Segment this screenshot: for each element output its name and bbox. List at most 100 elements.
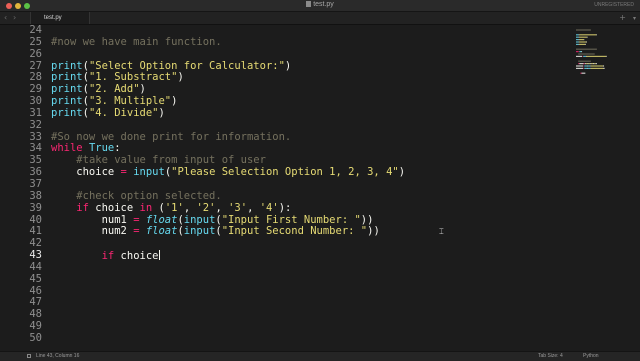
minimap-stroke: [584, 65, 587, 67]
minimap-stroke: [590, 65, 603, 67]
code-token: "Select Option for Calculator:": [88, 59, 285, 72]
minimap-stroke: [579, 51, 582, 53]
minimap-stroke: [578, 53, 595, 55]
code-token: num1: [51, 213, 134, 226]
minimap-stroke: [581, 72, 586, 74]
code-token: ): [398, 166, 406, 179]
minimap-stroke: [590, 67, 591, 69]
code-line[interactable]: [51, 238, 571, 250]
minimap-stroke: [576, 55, 583, 57]
file-icon: [306, 1, 312, 7]
cursor-position: Line 43, Column 16: [36, 353, 80, 359]
license-label: UNREGISTERED: [594, 2, 634, 8]
minimap-stroke: [579, 43, 586, 45]
code-token: print: [51, 106, 83, 119]
chevron-left-icon[interactable]: ‹: [4, 13, 7, 23]
code-token: '2': [196, 201, 216, 214]
code-line[interactable]: [51, 333, 571, 345]
code-token: (: [152, 201, 165, 214]
code-token: input: [183, 213, 216, 226]
code-token: )): [367, 225, 380, 238]
minimap-stroke: [580, 72, 582, 74]
code-token: #take value from input of user: [76, 154, 266, 167]
title-bar: test.py UNREGISTERED: [0, 0, 640, 12]
code-token: input: [183, 225, 216, 238]
minimap-stroke: [579, 39, 584, 41]
minimap-stroke: [587, 67, 591, 69]
code-line[interactable]: choice = input("Please Selection Option …: [51, 166, 571, 179]
code-token: ): [284, 59, 292, 72]
code-token: "1. Substract": [88, 71, 178, 84]
code-token: #now we have main function.: [51, 35, 222, 48]
code-token: in: [139, 201, 153, 214]
line-number: 32: [29, 118, 42, 131]
chevron-right-icon[interactable]: ›: [13, 13, 16, 23]
code-area[interactable]: #now we have main function. print ( "Select…: [51, 25, 571, 345]
minimap-stroke: [579, 36, 587, 38]
minimap-stroke: [591, 63, 594, 65]
minimap-stroke: [581, 51, 583, 53]
minimap-stroke: [578, 43, 580, 45]
minimap-stroke: [578, 39, 580, 41]
new-tab-icon[interactable]: +: [619, 13, 626, 23]
code-token: float: [145, 225, 178, 238]
panel-toggle-icon[interactable]: [27, 354, 31, 358]
code-token: float: [145, 213, 178, 226]
line-number: 25: [29, 35, 42, 48]
syntax-selector[interactable]: Python: [583, 353, 599, 359]
minimap-stroke: [583, 63, 585, 65]
code-token: )): [360, 213, 374, 226]
minimap-stroke: [578, 60, 591, 62]
code-token: ,: [183, 201, 197, 214]
code-token: choice: [88, 201, 140, 214]
code-line[interactable]: [51, 262, 571, 274]
minimap[interactable]: [576, 25, 622, 105]
tab-size-selector[interactable]: Tab Size: 4: [538, 353, 563, 359]
code-line[interactable]: [51, 286, 571, 298]
code-token: ): [158, 106, 165, 119]
line-number: 38: [29, 189, 42, 202]
minimap-stroke: [585, 55, 587, 57]
code-line[interactable]: [51, 321, 571, 333]
code-line[interactable]: [51, 297, 571, 309]
code-line[interactable]: #So now we done print for information.: [51, 131, 571, 144]
code-editor[interactable]: 24 25 26 27 28 29 30 31 32 33 34 35 36 37 38 39 40 41 42 43…: [0, 24, 640, 351]
code-line[interactable]: if choice: [51, 250, 571, 262]
code-line[interactable]: num2 = float(input("Input Second Number:…: [51, 225, 571, 238]
code-line[interactable]: [51, 309, 571, 321]
code-token: True: [88, 142, 115, 155]
tab-test-py[interactable]: test.py: [30, 12, 90, 24]
tab-label: test.py: [44, 15, 62, 21]
minimap-stroke: [602, 65, 605, 67]
minimap-stroke: [576, 36, 579, 38]
minimap-stroke: [578, 36, 580, 38]
minimap-stroke: [576, 67, 584, 69]
code-token: choice: [51, 166, 121, 179]
code-line[interactable]: print("4. Divide"): [51, 106, 571, 120]
code-token: '3': [228, 201, 248, 214]
code-line[interactable]: [51, 274, 571, 286]
minimap-stroke: [606, 55, 607, 57]
code-line[interactable]: #now we have main function.: [51, 35, 571, 49]
line-number: 39: [29, 201, 42, 214]
code-token: num2: [51, 225, 134, 238]
code-token: ,: [247, 201, 260, 214]
code-token: "Input First Number: ": [221, 213, 361, 226]
minimap-stroke: [579, 63, 584, 65]
chevron-down-icon[interactable]: ▾: [633, 14, 636, 24]
text-cursor-icon: ⌶: [439, 227, 444, 236]
minimap-stroke: [584, 63, 586, 65]
minimap-stroke: [590, 65, 591, 67]
line-number: 50: [29, 331, 42, 344]
code-token: ,: [215, 201, 229, 214]
minimap-stroke: [583, 39, 585, 41]
code-token: "2. Add": [88, 83, 140, 96]
code-token: ):: [278, 201, 292, 214]
minimap-stroke: [579, 34, 597, 36]
code-token: while: [51, 142, 83, 155]
minimap-stroke: [586, 41, 587, 43]
minimap-stroke: [585, 63, 588, 65]
